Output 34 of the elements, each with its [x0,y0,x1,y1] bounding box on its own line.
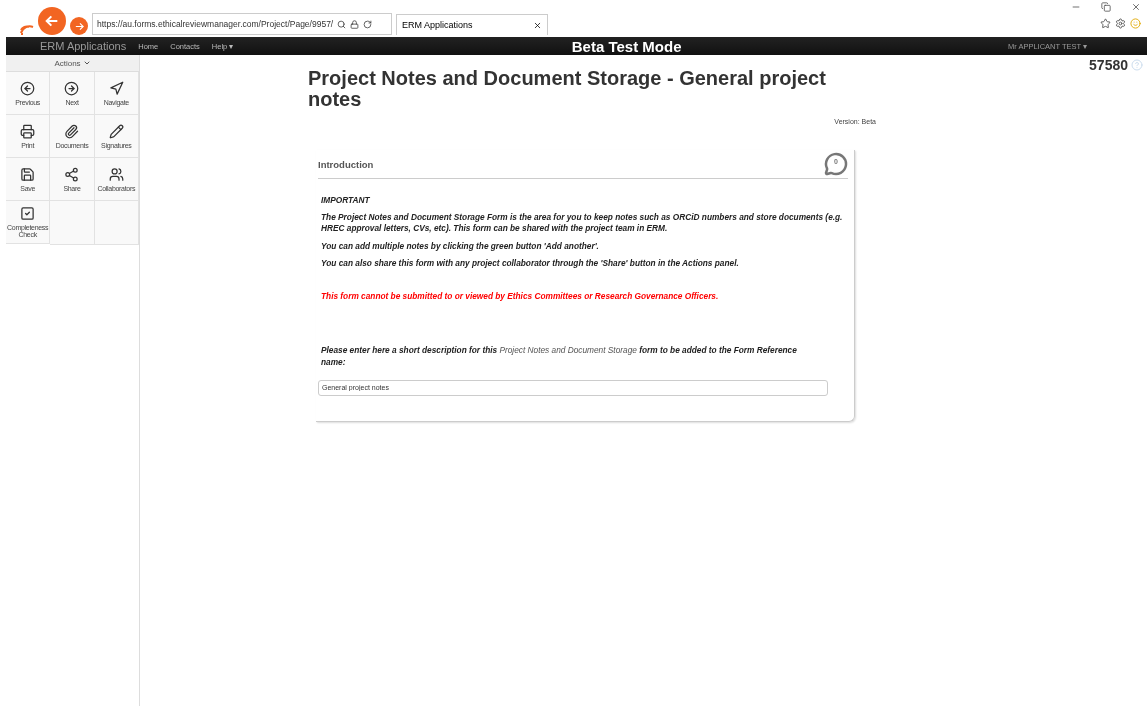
info-paragraph: The Project Notes and Document Storage Form is the area for you to keep notes such as ORCiD numbers and store documents (e.g. HREC approval letters, CVs, etc). This form can be shared with the project team in ERM. [320,212,844,235]
info-paragraph: You can also share this form with any project collaborator through the 'Share' button in the Actions panel. [320,257,740,269]
wifi-logo-icon [20,23,34,35]
arrow-right-icon [64,80,80,96]
arrow-left-icon [44,13,60,29]
paperclip-icon [64,123,80,139]
settings-icon[interactable] [1115,18,1126,29]
warning-text: This form cannot be submitted to or viewed by Ethics Committees or Research Governance Officers. [320,290,720,303]
important-heading: IMPORTANT [320,195,371,207]
chevron-icon [82,59,91,67]
printer-icon [20,123,36,139]
restore-icon[interactable] [1101,2,1111,12]
close-icon[interactable] [1131,2,1141,12]
actions-header[interactable]: Actions [54,58,81,68]
forward-button[interactable] [70,17,88,35]
address-bar[interactable]: https://au.forms.ethicalreviewmanager.com/Project/Page/9957/ [92,13,392,35]
question-label: Please enter here a short description for this Project Notes and Document Storage form to be added to the Form Reference name: [320,344,798,369]
checkbox-icon [20,206,36,221]
pencil-icon [108,123,124,139]
project-number: 57580 [1089,57,1128,73]
arrow-left-icon [20,80,36,96]
star-icon[interactable] [1100,18,1111,29]
section-title: Introduction [318,158,374,170]
mode-title: Beta Test Mode [570,37,683,55]
share-icon [64,166,80,182]
navigation-icon [108,80,124,96]
tab-title: ERM Applications [402,20,473,30]
close-tab-icon[interactable] [533,20,542,30]
page-title: Project Notes and Document Storage - General project notes [308,68,827,110]
info-paragraph: You can add multiple notes by clicking the green button 'Add another'. [320,240,600,252]
users-icon [108,166,124,182]
back-button[interactable] [38,7,66,35]
brand-link[interactable]: ERM Applications [40,40,127,52]
arrow-right-icon [73,20,85,32]
